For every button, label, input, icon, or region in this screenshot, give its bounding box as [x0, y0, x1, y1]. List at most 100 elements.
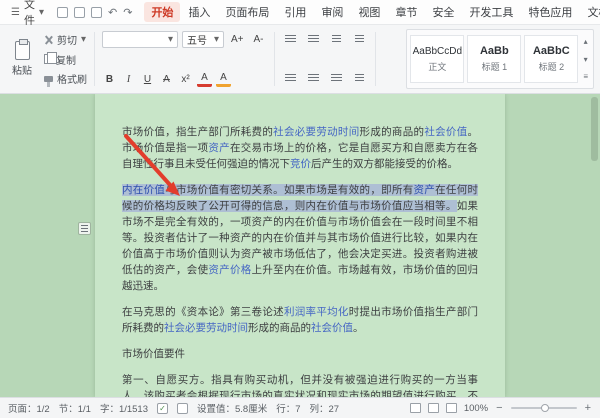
tab-developer[interactable]: 开发工具: [462, 2, 520, 22]
highlight-color-button[interactable]: A: [216, 72, 231, 87]
document-text: 市场价值，指生产部门所耗费的社会必要劳动时间形成的商品的社会价值。市场价值是指一…: [95, 94, 505, 397]
format-painter-label: 格式刷: [57, 71, 87, 86]
web-view-icon[interactable]: [446, 403, 457, 413]
text-run: 市场价值，指生产部门所耗费的: [122, 126, 273, 138]
decrease-indent-button[interactable]: [328, 32, 345, 47]
tab-special-features[interactable]: 特色应用: [521, 2, 579, 22]
paragraph-row-bottom: [282, 71, 368, 86]
gallery-down-icon[interactable]: ▾: [583, 55, 588, 64]
bold-button[interactable]: B: [102, 72, 117, 87]
font-size-value: 五号: [187, 32, 207, 47]
strikethrough-button[interactable]: A: [159, 72, 174, 87]
save-icon[interactable]: [74, 7, 85, 18]
document-proof-icon[interactable]: [177, 403, 188, 414]
style-heading-2[interactable]: AaBbC 标题 2: [524, 35, 578, 83]
link-text[interactable]: 资产价格: [208, 264, 251, 276]
tab-insert[interactable]: 插入: [181, 2, 217, 22]
style-label: 正文: [428, 60, 446, 73]
redo-icon[interactable]: ↷: [123, 6, 132, 19]
paste-button[interactable]: 粘贴: [6, 29, 38, 89]
paragraph-requirements-heading[interactable]: 市场价值要件: [122, 346, 478, 362]
style-sample: AaBbCcDd: [413, 46, 462, 57]
style-label: 标题 2: [539, 60, 565, 73]
bullet-list-button[interactable]: [282, 32, 299, 47]
chevron-down-icon: ▾: [81, 34, 86, 45]
divider: [94, 32, 95, 86]
gallery-more-icon[interactable]: ≡: [583, 72, 588, 81]
increase-font-button[interactable]: A+: [228, 34, 247, 45]
tab-references[interactable]: 引用: [277, 2, 313, 22]
link-text[interactable]: 社会价值: [311, 322, 353, 334]
document-page[interactable]: 市场价值，指生产部门所耗费的社会必要劳动时间形成的商品的社会价值。市场价值是指一…: [95, 94, 505, 397]
underline-button[interactable]: U: [140, 72, 155, 87]
zoom-in-button[interactable]: +: [584, 402, 592, 414]
page-view-icon[interactable]: [410, 403, 421, 413]
font-controls-row: ▾ 五号 ▾ A+ A-: [102, 31, 267, 48]
align-right-button[interactable]: [328, 71, 345, 86]
text-run: 形成的商品的: [360, 126, 425, 138]
gallery-up-icon[interactable]: ▴: [583, 37, 588, 46]
format-painter-button[interactable]: 格式刷: [44, 71, 87, 86]
link-text[interactable]: 竞价: [290, 158, 311, 170]
cut-button[interactable]: 剪切 ▾: [44, 32, 87, 47]
tab-page-layout[interactable]: 页面布局: [218, 2, 276, 22]
file-menu-button[interactable]: ☰ 文件 ▾: [6, 0, 49, 28]
paragraph-marx-capital[interactable]: 在马克思的《资本论》第三卷论述利润率平均化时提出市场价值指生产部门所耗费的社会必…: [122, 304, 478, 336]
gallery-scroll-controls: ▴ ▾ ≡: [581, 36, 590, 82]
word-count[interactable]: 字：1/1513: [100, 401, 148, 415]
tab-review[interactable]: 审阅: [314, 2, 350, 22]
document-area: 市场价值，指生产部门所耗费的社会必要劳动时间形成的商品的社会价值。市场价值是指一…: [0, 94, 600, 397]
paragraph-willing-buyer[interactable]: 第一、自愿买方。指具有购买动机，但并没有被强迫进行购买的一方当事人。该购买者会根…: [122, 372, 478, 397]
link-text[interactable]: 资产: [208, 142, 230, 154]
ribbon-tabs: 开始 插入 页面布局 引用 审阅 视图 章节 安全 开发工具 特色应用 文档助手: [144, 2, 600, 22]
copy-icon: [44, 54, 52, 64]
vertical-scrollbar[interactable]: [591, 97, 598, 394]
tab-section[interactable]: 章节: [388, 2, 424, 22]
style-heading-1[interactable]: AaBb 标题 1: [467, 35, 521, 83]
new-document-icon[interactable]: [57, 7, 68, 18]
line-spacing-button[interactable]: [351, 71, 368, 86]
numbered-list-button[interactable]: [305, 32, 322, 47]
align-left-icon: [285, 74, 296, 83]
tab-home[interactable]: 开始: [144, 2, 180, 22]
paragraph-market-value-def[interactable]: 市场价值，指生产部门所耗费的社会必要劳动时间形成的商品的社会价值。市场价值是指一…: [122, 124, 478, 172]
font-size-select[interactable]: 五号 ▾: [182, 31, 224, 48]
tab-security[interactable]: 安全: [425, 2, 461, 22]
print-icon[interactable]: [91, 7, 102, 18]
scissors-icon: [44, 35, 53, 44]
undo-icon[interactable]: ↶: [108, 6, 117, 19]
selected-link-text[interactable]: 资产: [414, 184, 436, 196]
zoom-out-button[interactable]: −: [495, 402, 503, 414]
font-color-button[interactable]: A: [197, 72, 212, 87]
tab-view[interactable]: 视图: [351, 2, 387, 22]
tab-doc-assistant[interactable]: 文档助手: [580, 2, 600, 22]
style-normal[interactable]: AaBbCcDd 正文: [410, 35, 464, 83]
copy-button[interactable]: 复制: [44, 52, 87, 67]
link-text[interactable]: 利润率平均化: [284, 306, 349, 318]
line-spacing-icon: [355, 74, 364, 83]
spell-check-icon[interactable]: ✓: [157, 403, 168, 414]
link-text[interactable]: 社会必要劳动时间: [164, 322, 248, 334]
font-name-select[interactable]: ▾: [102, 31, 178, 48]
text-run: 形成的商品的: [248, 322, 311, 334]
zoom-level[interactable]: 100%: [464, 403, 488, 414]
paragraph-options-button[interactable]: [78, 222, 91, 235]
align-center-button[interactable]: [305, 71, 322, 86]
chevron-down-icon: ▾: [168, 34, 173, 45]
decrease-font-button[interactable]: A-: [251, 34, 267, 45]
scrollbar-thumb[interactable]: [591, 97, 598, 161]
paragraph-intrinsic-value[interactable]: 内在价值与市场价值有密切关系。如果市场是有效的，即所有资产在任何时候的价格均反映…: [122, 182, 478, 294]
link-text[interactable]: 社会必要劳动时间: [273, 126, 359, 138]
superscript-button[interactable]: x²: [178, 72, 193, 87]
align-left-button[interactable]: [282, 71, 299, 86]
zoom-slider[interactable]: [511, 407, 577, 409]
line-indicator: 行：7: [276, 401, 300, 415]
zoom-slider-thumb[interactable]: [541, 404, 549, 412]
font-group: ▾ 五号 ▾ A+ A- B I U A x² A A: [102, 29, 267, 89]
outline-view-icon[interactable]: [428, 403, 439, 413]
increase-indent-button[interactable]: [351, 32, 368, 47]
selected-link-text[interactable]: 内在价值: [122, 184, 165, 196]
italic-button[interactable]: I: [121, 72, 136, 87]
link-text[interactable]: 社会价值: [424, 126, 467, 138]
paragraph-options-icon: [81, 225, 88, 232]
